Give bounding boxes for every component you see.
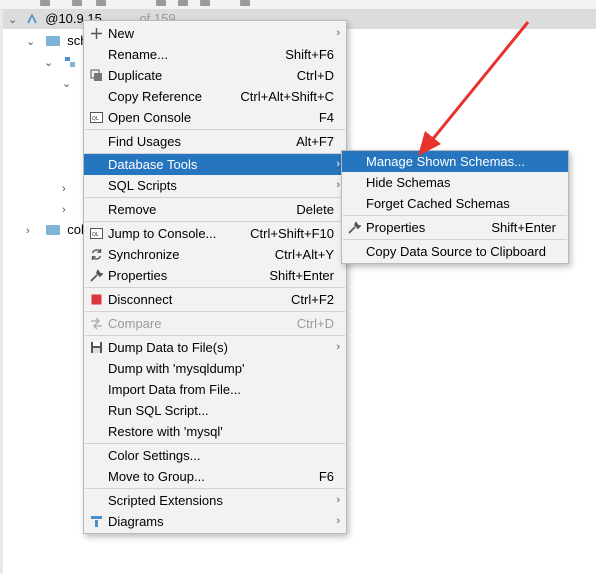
arrow-shaft	[430, 21, 530, 141]
annotation-arrow	[418, 21, 530, 156]
